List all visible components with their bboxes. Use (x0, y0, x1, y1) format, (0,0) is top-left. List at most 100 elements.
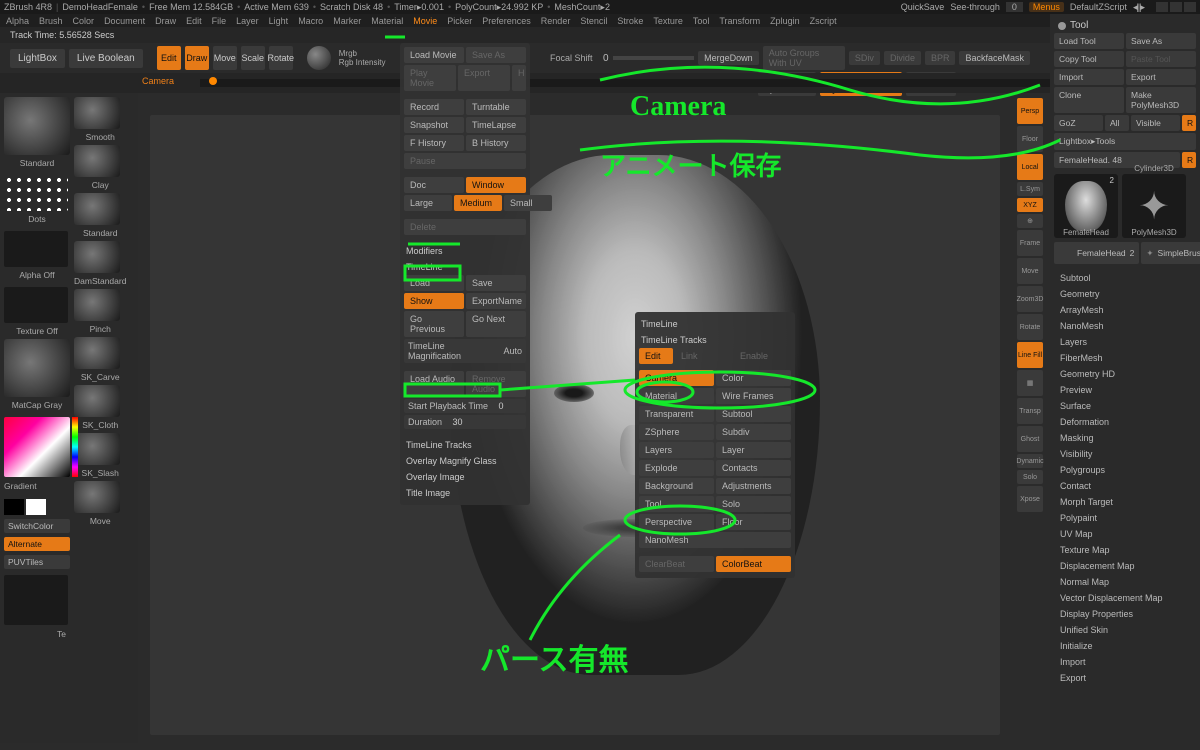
clearbeat-button[interactable]: ClearBeat (639, 556, 714, 572)
close-icon[interactable] (1184, 2, 1196, 12)
stroke-dots-thumb[interactable] (4, 175, 68, 211)
track-perspective-button[interactable]: Perspective (639, 514, 714, 530)
track-nanomesh-button[interactable]: NanoMesh (639, 532, 791, 548)
texture-slot[interactable] (4, 575, 68, 625)
menu-draw[interactable]: Draw (155, 16, 176, 26)
mrgb-label[interactable]: Mrgb (339, 49, 386, 58)
tool-section-deformation[interactable]: Deformation (1054, 414, 1196, 430)
puvtiles-button[interactable]: PUVTiles (4, 555, 70, 569)
record-button[interactable]: Record (404, 99, 464, 115)
color-picker[interactable] (4, 417, 70, 477)
mergedown-button[interactable]: MergeDown (698, 51, 759, 65)
track-subdiv-button[interactable]: Subdiv (716, 424, 791, 440)
track-explode-button[interactable]: Explode (639, 460, 714, 476)
medium-button[interactable]: Medium (454, 195, 502, 211)
texture-off-thumb[interactable] (4, 287, 68, 323)
load-timeline-button[interactable]: Load (404, 275, 464, 291)
frame-button[interactable]: Frame (1017, 230, 1043, 256)
material-sphere[interactable] (307, 46, 331, 70)
solo-button[interactable]: Solo (1017, 470, 1043, 484)
tool-header[interactable]: Tool (1054, 18, 1196, 33)
tool-section-geometry[interactable]: Geometry (1054, 286, 1196, 302)
brush-pinch-thumb[interactable] (74, 289, 120, 321)
track-camera-button[interactable]: Camera (639, 370, 714, 386)
swatch-white[interactable] (26, 499, 46, 515)
xyz-button[interactable]: XYZ (1017, 198, 1043, 212)
quicksave-button[interactable]: QuickSave (901, 2, 945, 12)
track-subtool-button[interactable]: Subtool (716, 406, 791, 422)
brush-standard2-thumb[interactable] (74, 193, 120, 225)
track-layer-button[interactable]: Layer (716, 442, 791, 458)
liveboolean-button[interactable]: Live Boolean (69, 49, 143, 68)
saveas-movie-button[interactable]: Save As (466, 47, 526, 63)
track-floor-button[interactable]: Floor (716, 514, 791, 530)
tracks-edit-button[interactable]: Edit (639, 348, 673, 364)
tool-section-export[interactable]: Export (1054, 670, 1196, 686)
tool-section-normal-map[interactable]: Normal Map (1054, 574, 1196, 590)
pastetool-button[interactable]: Paste Tool (1126, 51, 1196, 67)
floor-button[interactable]: Floor (1017, 126, 1043, 152)
maximize-icon[interactable] (1170, 2, 1182, 12)
timeline[interactable]: Camera (0, 73, 1200, 93)
transp-button[interactable]: Transp (1017, 398, 1043, 424)
tool-section-nanomesh[interactable]: NanoMesh (1054, 318, 1196, 334)
focalshift-slider[interactable] (613, 56, 695, 60)
menu-zscript[interactable]: Zscript (810, 16, 837, 26)
timeline-track[interactable] (200, 79, 1060, 87)
track-material-button[interactable]: Material (639, 388, 714, 404)
colorbeat-button[interactable]: ColorBeat (716, 556, 791, 572)
track-wireframes-button[interactable]: Wire Frames (716, 388, 791, 404)
defaultzscript-button[interactable]: DefaultZScript (1070, 2, 1127, 12)
minimize-icon[interactable] (1156, 2, 1168, 12)
menus-button[interactable]: Menus (1029, 2, 1064, 12)
tool-section-fibermesh[interactable]: FiberMesh (1054, 350, 1196, 366)
brush-move-thumb[interactable] (74, 481, 120, 513)
large-button[interactable]: Large (404, 195, 452, 211)
loadtool-button[interactable]: Load Tool (1054, 33, 1124, 49)
tool-thumb-polymesh[interactable]: ✦PolyMesh3D Cylinder3D (1122, 174, 1186, 238)
pause-button[interactable]: Pause (404, 153, 526, 169)
menu-stroke[interactable]: Stroke (617, 16, 643, 26)
nav-move-button[interactable]: Move (1017, 258, 1043, 284)
timelinetracks-header[interactable]: TimeLine Tracks (404, 437, 526, 453)
tool-section-initialize[interactable]: Initialize (1054, 638, 1196, 654)
goz-button[interactable]: GoZ (1054, 115, 1103, 131)
tool-section-geometry-hd[interactable]: Geometry HD (1054, 366, 1196, 382)
tool-section-vector-displacement-map[interactable]: Vector Displacement Map (1054, 590, 1196, 606)
exportname-button[interactable]: ExportName (466, 293, 526, 309)
tool-section-import[interactable]: Import (1054, 654, 1196, 670)
titleimg-header[interactable]: Title Image (404, 485, 526, 501)
xpose-button[interactable]: Xpose (1017, 486, 1043, 512)
zoom3d-button[interactable]: Zoom3D (1017, 286, 1043, 312)
loadaudio-button[interactable]: Load Audio (404, 371, 464, 397)
persp-button[interactable]: Persp (1017, 98, 1043, 124)
brush-smooth-thumb[interactable] (74, 97, 120, 129)
gonext-button[interactable]: Go Next (466, 311, 526, 337)
menu-macro[interactable]: Macro (298, 16, 323, 26)
tool-section-contact[interactable]: Contact (1054, 478, 1196, 494)
menu-document[interactable]: Document (104, 16, 145, 26)
tool-section-uv-map[interactable]: UV Map (1054, 526, 1196, 542)
divide-button[interactable]: Divide (884, 51, 921, 65)
save-timeline-button[interactable]: Save (466, 275, 526, 291)
dynamic-nav-button[interactable]: Dynamic (1017, 454, 1043, 468)
menu-texture[interactable]: Texture (653, 16, 683, 26)
tool-section-masking[interactable]: Masking (1054, 430, 1196, 446)
tool-thumb-simplebrush[interactable]: ✦SimpleBrush (1141, 242, 1200, 264)
track-background-button[interactable]: Background (639, 478, 714, 494)
menu-material[interactable]: Material (371, 16, 403, 26)
track-tool-button[interactable]: Tool (639, 496, 714, 512)
track-color-button[interactable]: Color (716, 370, 791, 386)
tool-thumb-femalehead[interactable]: 2 FemaleHead (1054, 174, 1118, 238)
brush-skcarve-thumb[interactable] (74, 337, 120, 369)
snapshot-button[interactable]: Snapshot (404, 117, 464, 133)
grid-icon[interactable]: ▦ (1017, 370, 1043, 396)
local-button[interactable]: Local (1017, 154, 1043, 180)
move-button[interactable]: Move (213, 46, 237, 70)
fhistory-button[interactable]: F History (404, 135, 464, 151)
backfacemask-button[interactable]: BackfaceMask (959, 51, 1030, 65)
small-button[interactable]: Small (504, 195, 552, 211)
track-solo-button[interactable]: Solo (716, 496, 791, 512)
overlaymag-header[interactable]: Overlay Magnify Glass (404, 453, 526, 469)
track-adjustments-button[interactable]: Adjustments (716, 478, 791, 494)
